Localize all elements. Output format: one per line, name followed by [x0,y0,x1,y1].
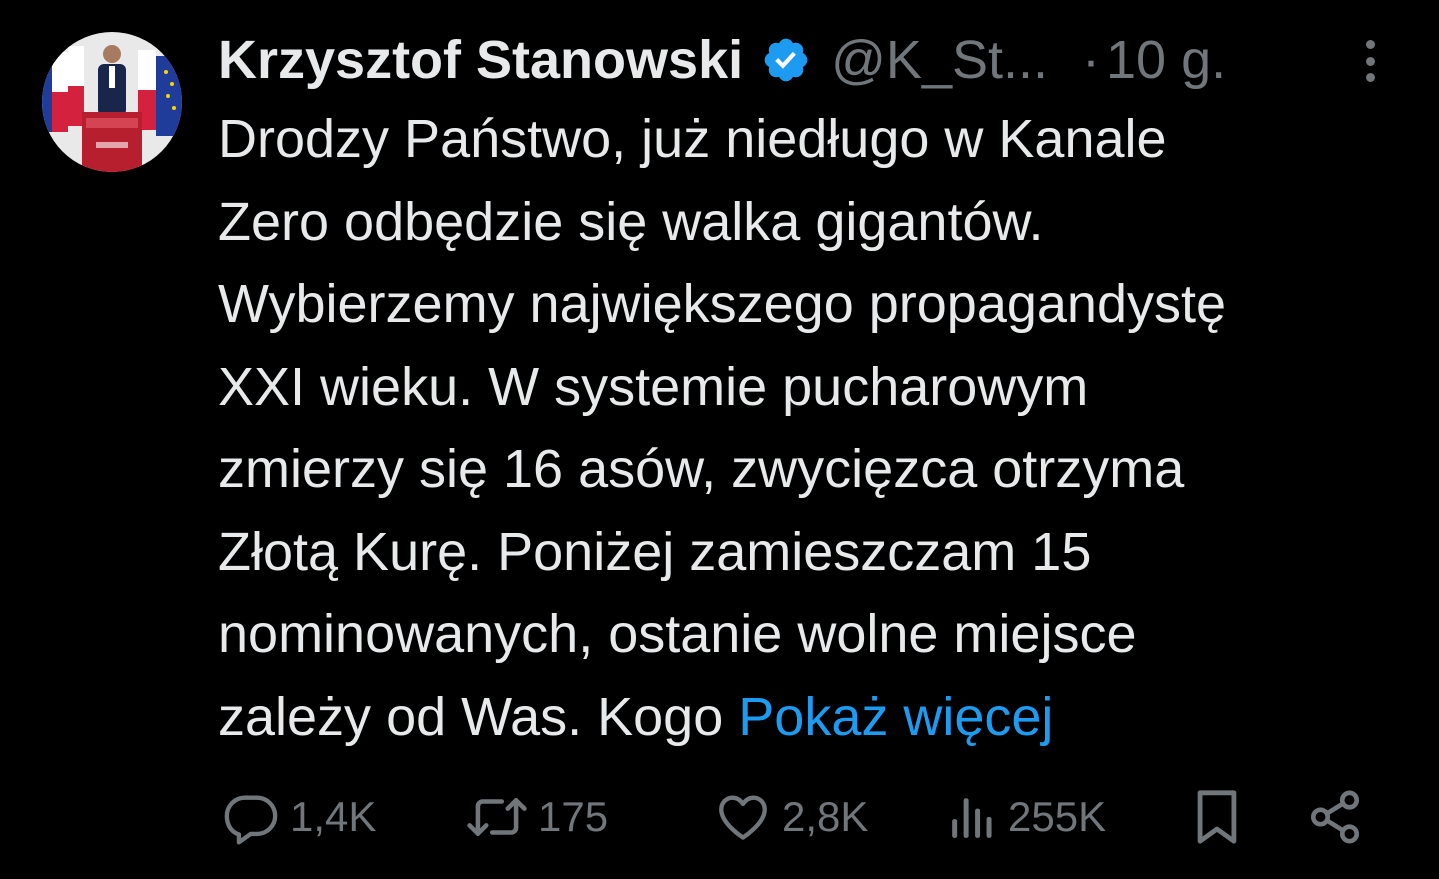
like-count: 2,8K [782,793,869,840]
header-separator: · [1082,30,1100,90]
bookmark-button[interactable] [1190,785,1244,849]
views-count: 255K [1008,793,1107,840]
views-icon [952,798,992,838]
like-button[interactable]: 2,8K [714,785,868,849]
share-button[interactable] [1306,785,1364,849]
action-bar: 1,4K 175 2,8K 255K [0,785,1439,849]
more-icon[interactable] [1352,36,1388,86]
avatar[interactable] [42,32,182,172]
author-name[interactable]: Krzysztof Stanowski [218,29,743,91]
repost-icon [467,798,527,836]
verified-badge-icon [761,35,811,85]
tweet-text: Drodzy Państwo, już niedługo w Kanale Ze… [218,109,1227,747]
reply-icon [224,795,278,845]
reply-button[interactable]: 1,4K [222,785,376,849]
author-handle[interactable]: @K_St... [831,29,1048,91]
show-more-link[interactable]: Pokaż więcej [738,687,1053,747]
tweet-timestamp[interactable]: 10 g. [1106,29,1226,91]
reply-count: 1,4K [290,793,377,840]
repost-count: 175 [538,793,609,840]
share-icon [1310,790,1360,844]
tweet-header: Krzysztof Stanowski @K_St... · 10 g. [218,20,1399,100]
views-button[interactable]: 255K [948,785,1106,849]
bookmark-icon [1197,790,1237,844]
avatar-image [42,32,182,172]
tweet-body: Drodzy Państwo, już niedługo w Kanale Ze… [218,98,1408,758]
repost-button[interactable]: 175 [466,785,608,849]
like-icon [719,795,767,840]
